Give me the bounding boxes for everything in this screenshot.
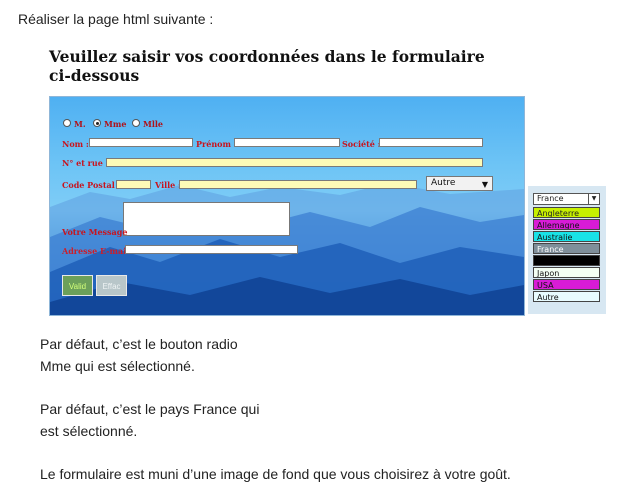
country-dropdown-select[interactable]: France ▼: [533, 193, 600, 205]
radio-mme-label: Mme: [104, 119, 127, 129]
country-option[interactable]: France: [533, 243, 600, 254]
country-option[interactable]: [533, 255, 600, 266]
radio-mlle-label: Mlle: [143, 119, 164, 129]
rue-label: N° et rue :: [62, 158, 109, 168]
societe-input[interactable]: [379, 138, 483, 147]
ville-label: Ville :: [155, 180, 182, 190]
country-option[interactable]: Japon: [533, 267, 600, 278]
chevron-down-icon: ▼: [481, 180, 488, 189]
country-option[interactable]: Allemagne: [533, 219, 600, 230]
intro-text: Réaliser la page html suivante :: [18, 11, 214, 27]
radio-m[interactable]: [63, 119, 71, 127]
country-select[interactable]: Autre ▼: [426, 176, 493, 191]
radio-m-label: M.: [74, 119, 86, 129]
valid-button[interactable]: Valid: [62, 275, 93, 296]
note-country: Par défaut, c’est le pays France qui est…: [40, 398, 259, 442]
email-input[interactable]: [125, 245, 298, 254]
email-label: Adresse E-mail: [62, 246, 130, 256]
form-panel: M. Mme Mlle Nom : Prénom : Société : N° …: [49, 96, 525, 316]
rue-input[interactable]: [106, 158, 483, 167]
note-background: Le formulaire est muni d’une image de fo…: [40, 466, 511, 482]
societe-label: Société :: [342, 139, 381, 149]
country-dropdown-example: France ▼ Angleterre Allemagne Australie …: [528, 186, 606, 314]
note-radio: Par défaut, c’est le bouton radio Mme qu…: [40, 333, 238, 377]
cp-label: Code Postal :: [62, 180, 121, 190]
country-option[interactable]: Angleterre: [533, 207, 600, 218]
country-option[interactable]: Autre: [533, 291, 600, 302]
message-textarea[interactable]: [123, 202, 290, 236]
form-title: Veuillez saisir vos coordonnées dans le …: [49, 47, 485, 85]
ville-input[interactable]: [179, 180, 417, 189]
nom-input[interactable]: [89, 138, 193, 147]
radio-mlle[interactable]: [132, 119, 140, 127]
message-label: Votre Message: [62, 227, 128, 237]
note-country-line1: Par défaut, c’est le pays France qui: [40, 401, 260, 417]
country-select-value: Autre: [431, 178, 456, 188]
nom-label: Nom :: [62, 139, 89, 149]
prenom-label: Prénom :: [196, 139, 237, 149]
country-option[interactable]: Australie: [533, 231, 600, 242]
chevron-down-icon: ▼: [588, 194, 599, 204]
note-radio-line1: Par défaut, c’est le bouton radio: [40, 336, 238, 352]
prenom-input[interactable]: [234, 138, 340, 147]
cp-input[interactable]: [116, 180, 151, 189]
country-option[interactable]: USA: [533, 279, 600, 290]
note-radio-line2: Mme qui est sélectionné.: [40, 358, 195, 374]
country-options-list: Angleterre Allemagne Australie France Ja…: [533, 207, 600, 303]
radio-mme[interactable]: [93, 119, 101, 127]
note-country-line2: est sélectionné.: [40, 423, 138, 439]
effac-button[interactable]: Effac: [96, 275, 127, 296]
country-dropdown-selected: France: [537, 194, 564, 203]
